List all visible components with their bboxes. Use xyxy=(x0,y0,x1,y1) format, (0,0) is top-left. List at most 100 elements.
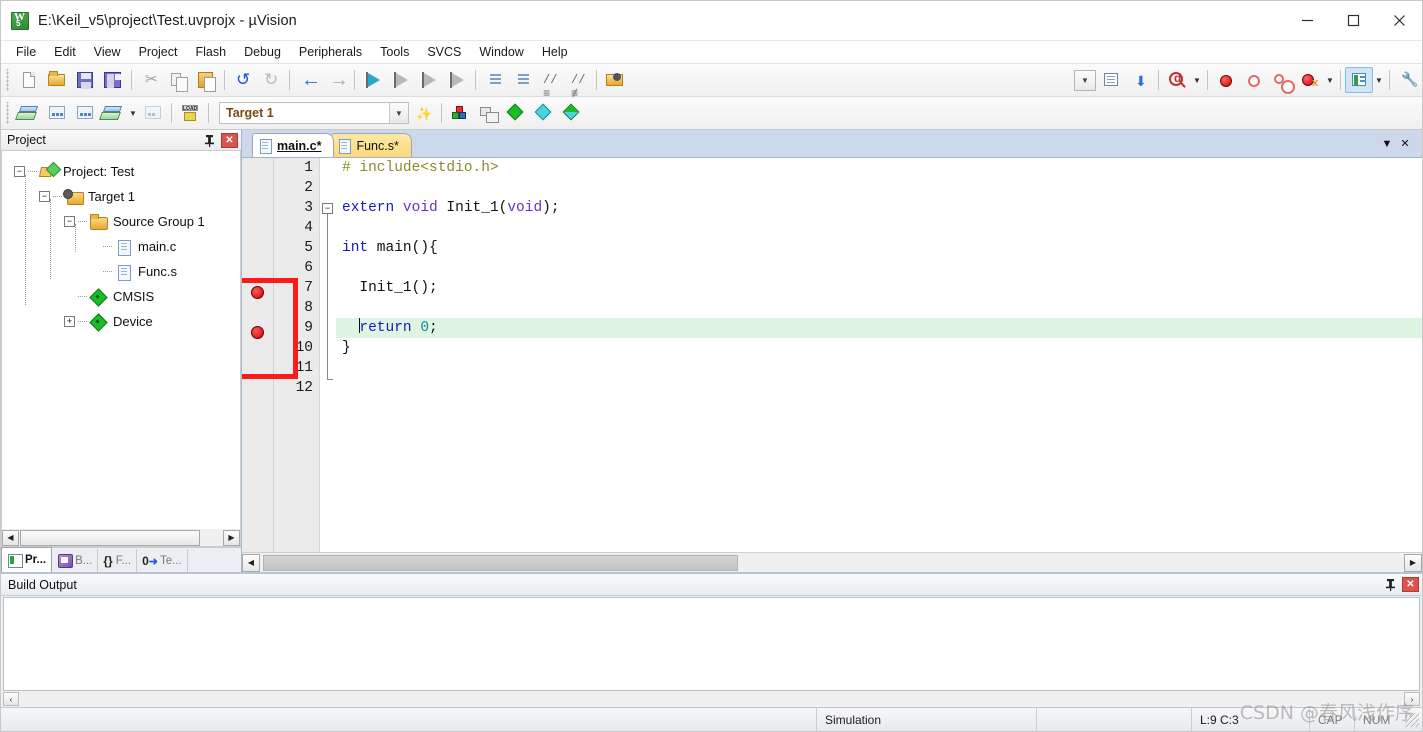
dropdown-small-2-icon[interactable]: ▼ xyxy=(1324,67,1336,93)
clear-bookmarks-icon[interactable] xyxy=(443,67,471,93)
build-target-icon[interactable] xyxy=(43,100,71,126)
download-icon[interactable]: LOAD xyxy=(176,100,204,126)
fold-toggle-icon[interactable]: − xyxy=(322,203,333,214)
tree-expander[interactable]: − xyxy=(14,166,25,177)
paste-icon[interactable] xyxy=(192,67,220,93)
editor-tab-main-c[interactable]: main.c* xyxy=(252,133,335,157)
build-output-hscrollbar[interactable]: ‹ › xyxy=(3,691,1420,707)
navigate-back-icon[interactable]: ← xyxy=(294,67,322,93)
insert-file-icon[interactable]: ⬇ xyxy=(1126,67,1154,93)
stop-build-icon[interactable] xyxy=(139,100,167,126)
redo-icon[interactable]: ↻ xyxy=(257,67,285,93)
code-editor[interactable]: 1 2 3 4 5 6 7 8 9 10 11 12 − # include<s… xyxy=(242,158,1422,552)
tree-expander[interactable]: + xyxy=(64,316,75,327)
tree-item-source-group[interactable]: − Source Group 1 xyxy=(2,209,240,234)
editor-hscrollbar[interactable]: ◀ ▶ xyxy=(242,552,1422,572)
dropdown-small-icon[interactable]: ▼ xyxy=(1191,67,1203,93)
tab-templates[interactable]: 0➜ Te... xyxy=(137,549,188,572)
breakpoint-gutter[interactable] xyxy=(242,158,274,552)
batch-build-icon[interactable] xyxy=(99,100,127,126)
tab-project[interactable]: Pr... xyxy=(1,547,53,572)
menu-view[interactable]: View xyxy=(85,42,130,63)
batch-dropdown-icon[interactable]: ▼ xyxy=(127,100,139,126)
target-selector[interactable]: Target 1 ▼ xyxy=(219,102,409,124)
uncomment-selection-icon[interactable]: //≢ xyxy=(564,67,592,101)
tab-functions[interactable]: {} F... xyxy=(98,549,138,572)
menu-tools[interactable]: Tools xyxy=(371,42,418,63)
menu-project[interactable]: Project xyxy=(130,42,187,63)
navigate-forward-icon[interactable]: → xyxy=(322,67,350,93)
new-file-icon[interactable] xyxy=(15,67,43,93)
tree-item-cmsis[interactable]: CMSIS xyxy=(2,284,240,309)
kill-all-breakpoints-icon[interactable] xyxy=(1240,67,1268,93)
toolbar-grip-2[interactable] xyxy=(5,102,12,124)
project-window-icon[interactable] xyxy=(1345,67,1373,93)
toolbar-grip[interactable] xyxy=(5,69,12,91)
project-tree-hscrollbar[interactable]: ◀ ▶ xyxy=(1,529,241,547)
manage-run-time-env-icon[interactable] xyxy=(530,100,558,126)
menu-peripherals[interactable]: Peripherals xyxy=(290,42,371,63)
tree-item-target[interactable]: − Target 1 xyxy=(2,184,240,209)
breakpoint-dot[interactable] xyxy=(251,286,264,299)
tree-item-main-c[interactable]: main.c xyxy=(2,234,240,259)
next-bookmark-icon[interactable] xyxy=(415,67,443,93)
insert-breakpoint-icon[interactable] xyxy=(1212,67,1240,93)
scroll-thumb[interactable] xyxy=(263,554,738,571)
editor-tab-func-s[interactable]: Func.s* xyxy=(331,133,412,157)
manage-multi-project-icon[interactable] xyxy=(474,100,502,126)
indent-left-icon[interactable] xyxy=(508,67,536,93)
disable-breakpoint-icon[interactable] xyxy=(1268,67,1296,94)
scroll-right-arrow-icon[interactable]: › xyxy=(1404,692,1420,706)
build-output-text[interactable] xyxy=(3,597,1420,691)
build-output-close-button[interactable]: ✕ xyxy=(1402,577,1419,592)
undo-icon[interactable]: ↺ xyxy=(229,67,257,93)
project-pane-close-button[interactable]: ✕ xyxy=(221,132,238,148)
scroll-left-arrow-icon[interactable]: ‹ xyxy=(3,692,19,706)
maximize-button[interactable] xyxy=(1330,1,1376,40)
save-all-icon[interactable] xyxy=(99,67,127,93)
menu-svcs[interactable]: SVCS xyxy=(418,42,470,63)
code-fold-gutter[interactable]: − xyxy=(320,158,336,552)
close-button[interactable] xyxy=(1376,1,1422,40)
translate-icon[interactable] xyxy=(15,100,43,126)
tree-expander[interactable]: − xyxy=(64,216,75,227)
previous-bookmark-icon[interactable] xyxy=(387,67,415,93)
find-icon[interactable] xyxy=(1163,67,1191,93)
configure-icon[interactable]: 🔧 xyxy=(1394,67,1422,93)
code-text-area[interactable]: # include<stdio.h> extern void Init_1(vo… xyxy=(336,158,1422,552)
open-folder-icon[interactable] xyxy=(601,67,629,93)
manage-project-items-icon[interactable] xyxy=(446,100,474,126)
menu-flash[interactable]: Flash xyxy=(186,42,235,63)
cut-icon[interactable]: ✂ xyxy=(136,67,164,93)
project-tree[interactable]: − Project: Test − Target 1 − Source Grou… xyxy=(1,151,241,529)
menu-debug[interactable]: Debug xyxy=(235,42,290,63)
menu-help[interactable]: Help xyxy=(533,42,577,63)
scroll-thumb[interactable] xyxy=(20,529,200,546)
toggle-bookmark-icon[interactable] xyxy=(359,67,387,93)
scroll-right-arrow-icon[interactable]: ▶ xyxy=(1404,553,1422,572)
find-in-files-icon[interactable] xyxy=(1098,67,1126,93)
minimize-button[interactable] xyxy=(1284,1,1330,40)
resize-grip-icon[interactable] xyxy=(1405,712,1419,727)
dropdown-icon[interactable]: ▼ xyxy=(1074,69,1096,91)
save-icon[interactable] xyxy=(71,67,99,93)
menu-window[interactable]: Window xyxy=(470,42,532,63)
rebuild-all-icon[interactable] xyxy=(71,100,99,126)
target-dropdown-arrow[interactable]: ▼ xyxy=(389,103,408,123)
open-file-icon[interactable] xyxy=(43,67,71,93)
select-software-packs-icon[interactable] xyxy=(558,100,586,126)
breakpoint-dot[interactable] xyxy=(251,326,264,339)
pack-installer-icon[interactable] xyxy=(502,100,530,126)
indent-right-icon[interactable] xyxy=(480,67,508,93)
tab-books[interactable]: B... xyxy=(52,549,99,572)
tree-item-func-s[interactable]: Func.s xyxy=(2,259,240,284)
pin-icon[interactable] xyxy=(1382,576,1399,593)
scroll-left-arrow-icon[interactable]: ◀ xyxy=(242,553,260,572)
target-options-icon[interactable]: ✨ xyxy=(409,100,437,126)
editor-tab-list-dropdown-icon[interactable]: ▼ xyxy=(1378,135,1396,153)
tree-item-device[interactable]: + Device xyxy=(2,309,240,334)
tree-expander[interactable]: − xyxy=(39,191,50,202)
tree-item-project[interactable]: − Project: Test xyxy=(2,159,240,184)
editor-tab-close-icon[interactable]: ✕ xyxy=(1396,135,1414,153)
pin-icon[interactable] xyxy=(201,132,218,149)
